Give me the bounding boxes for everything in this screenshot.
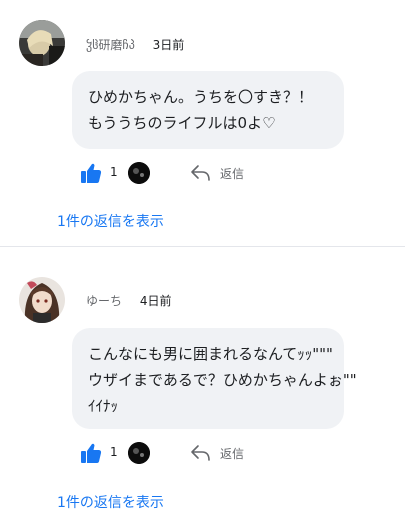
comment-actions: 1 返信 — [80, 162, 360, 186]
comment-text-line: ｲｲﾅｯ — [88, 397, 119, 415]
thumbs-up-icon[interactable] — [80, 442, 102, 464]
creator-heart-avatar — [128, 442, 150, 464]
author-name[interactable]: ჴჱ研磨ჩპ — [86, 38, 135, 52]
reply-arrow-icon[interactable] — [190, 444, 212, 462]
comment-text-line: ウザイまであるで？ひめかちゃんよぉ"" — [88, 371, 357, 389]
view-replies-link[interactable]: 1件の返信を表示 — [57, 492, 164, 512]
avatar[interactable] — [19, 277, 65, 323]
reply-button[interactable]: 返信 — [220, 445, 244, 462]
like-count: 1 — [110, 445, 118, 459]
comment-2: ゆーち 4日前 こんなにも男に囲まれるなんてｯｯ""" ウザイまであるで？ひめか… — [0, 247, 405, 512]
comment-time: 3日前 — [152, 38, 185, 52]
like-count: 1 — [110, 165, 118, 179]
thumbs-up-icon[interactable] — [80, 162, 102, 184]
reply-arrow-icon[interactable] — [190, 164, 212, 182]
comment-bubble: ひめかちゃん。うちを〇すき？！ もううちのライフルは0よ♡ — [72, 71, 344, 149]
comment-meta: ჴჱ研磨ჩპ 3日前 — [86, 36, 184, 53]
reply-button[interactable]: 返信 — [220, 165, 244, 182]
comment-text-line: もううちのライフルは0よ♡ — [88, 114, 276, 132]
view-replies-link[interactable]: 1件の返信を表示 — [57, 211, 164, 231]
creator-heart-avatar — [128, 162, 150, 184]
comment-time: 4日前 — [139, 294, 172, 308]
comment-text-line: ひめかちゃん。うちを〇すき？！ — [88, 88, 314, 106]
comment-meta: ゆーち 4日前 — [86, 292, 171, 309]
comment-text-line: こんなにも男に囲まれるなんてｯｯ""" — [88, 345, 333, 363]
author-name[interactable]: ゆーち — [86, 294, 122, 308]
comment-1: ჴჱ研磨ჩპ 3日前 ひめかちゃん。うちを〇すき？！ もううちのライフルは0よ♡… — [0, 0, 405, 246]
comment-bubble: こんなにも男に囲まれるなんてｯｯ""" ウザイまであるで？ひめかちゃんよぉ"" … — [72, 328, 357, 429]
avatar[interactable] — [19, 20, 65, 66]
comment-actions: 1 返信 — [80, 442, 360, 466]
